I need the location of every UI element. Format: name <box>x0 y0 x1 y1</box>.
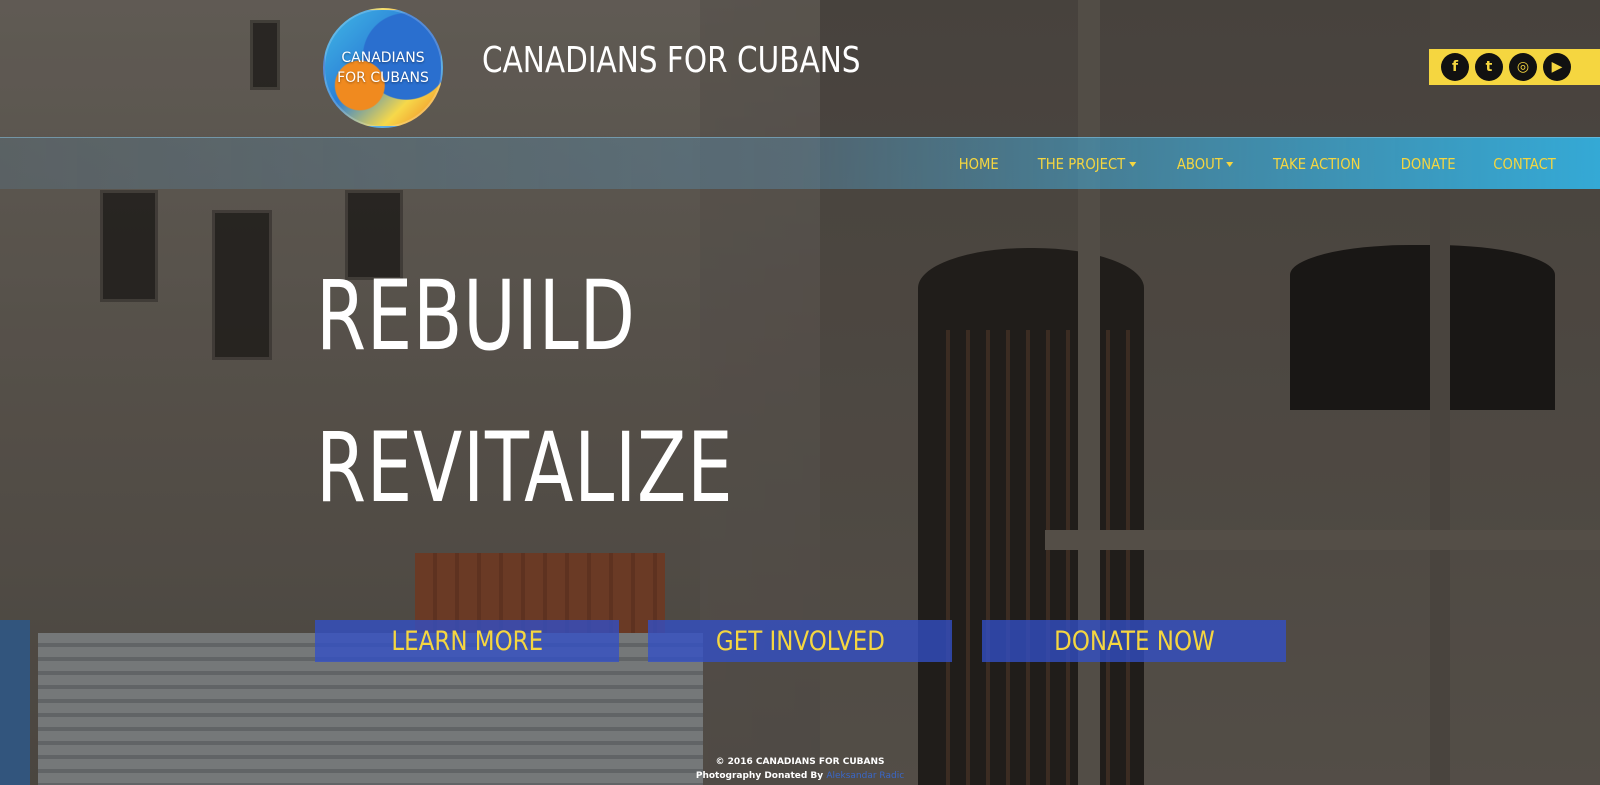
nav-item-donate[interactable]: DONATE <box>1400 155 1455 173</box>
nav-item-contact[interactable]: CONTACT <box>1493 155 1556 173</box>
nav-item-label: DONATE <box>1400 155 1456 173</box>
nav-item-label: HOME <box>958 155 999 173</box>
photo-credit-prefix: Photography Donated By <box>695 771 824 781</box>
button-label: DONATE NOW <box>1053 625 1215 657</box>
facebook-icon[interactable]: f <box>1441 53 1469 81</box>
main-navbar: HOME THE PROJECT ABOUT TAKE ACTION DONAT… <box>0 137 1600 189</box>
button-label: GET INVOLVED <box>715 625 885 657</box>
caret-down-icon <box>1129 162 1137 167</box>
nav-item-take-action[interactable]: TAKE ACTION <box>1273 155 1361 173</box>
instagram-icon[interactable]: ◎ <box>1509 53 1537 81</box>
twitter-icon[interactable]: t <box>1475 53 1503 81</box>
nav-item-the-project[interactable]: THE PROJECT <box>1038 155 1137 173</box>
button-label: LEARN MORE <box>391 625 543 657</box>
photographer-link[interactable]: Aleksandar Radic <box>826 771 904 781</box>
hero-heading-rebuild: REBUILD <box>316 260 636 372</box>
logo-text-line1: CANADIANS <box>341 50 425 66</box>
nav-item-home[interactable]: HOME <box>959 155 999 173</box>
nav-item-about[interactable]: ABOUT <box>1177 155 1234 173</box>
site-logo[interactable]: CANADIANS FOR CUBANS <box>323 8 443 128</box>
logo-text-line2: FOR CUBANS <box>337 70 429 86</box>
nav-item-label: TAKE ACTION <box>1273 155 1361 173</box>
hero-background-image <box>0 0 1600 785</box>
learn-more-button[interactable]: LEARN MORE <box>315 620 619 662</box>
nav-item-label: CONTACT <box>1493 155 1556 173</box>
footer: © 2016 CANADIANS FOR CUBANS Photography … <box>0 755 1600 783</box>
donate-now-button[interactable]: DONATE NOW <box>982 620 1286 662</box>
hero-heading-revitalize: REVITALIZE <box>316 412 734 524</box>
youtube-icon[interactable]: ▶ <box>1543 53 1571 81</box>
overlay-shade <box>0 0 1600 785</box>
caret-down-icon <box>1226 162 1234 167</box>
photo-credit: Photography Donated By Aleksandar Radic <box>0 769 1600 783</box>
nav-item-label: THE PROJECT <box>1038 155 1126 173</box>
get-involved-button[interactable]: GET INVOLVED <box>648 620 952 662</box>
copyright-text: © 2016 CANADIANS FOR CUBANS <box>715 757 885 767</box>
social-links: f t ◎ ▶ <box>1429 49 1600 85</box>
site-title[interactable]: CANADIANS FOR CUBANS <box>482 40 861 81</box>
nav-item-label: ABOUT <box>1176 155 1223 173</box>
nav-menu: HOME THE PROJECT ABOUT TAKE ACTION DONAT… <box>956 138 1560 190</box>
